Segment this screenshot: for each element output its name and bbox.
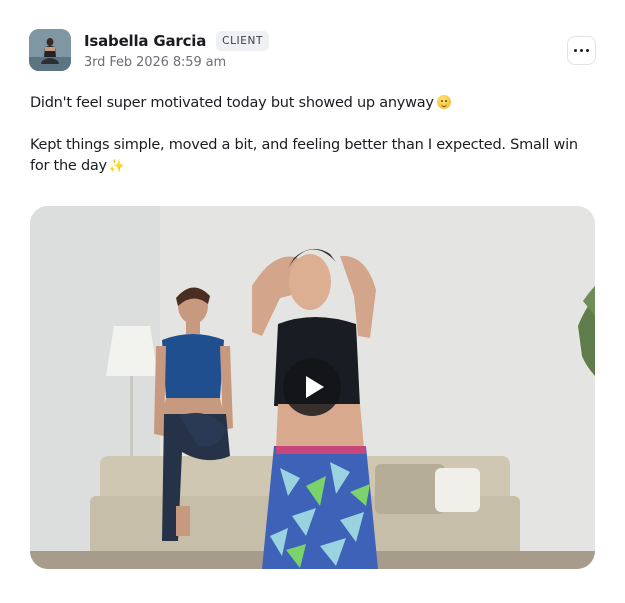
post-paragraph-1: Didn't feel super motivated today but sh…	[30, 93, 600, 114]
post-header: Isabella Garcia CLIENT 3rd Feb 2026 8:59…	[29, 29, 596, 73]
post-timestamp: 3rd Feb 2026 8:59 am	[84, 55, 227, 70]
play-button[interactable]	[283, 358, 341, 416]
name-row: Isabella Garcia CLIENT	[84, 30, 269, 52]
more-options-button[interactable]	[567, 36, 596, 65]
post-paragraph-2: Kept things simple, moved a bit, and fee…	[30, 135, 600, 177]
play-icon	[305, 376, 324, 398]
author-name[interactable]: Isabella Garcia	[84, 32, 206, 50]
avatar[interactable]	[29, 29, 71, 71]
post-body: Didn't feel super motivated today but sh…	[30, 93, 600, 177]
sparkles-emoji-icon: ✨	[108, 159, 125, 174]
role-badge: CLIENT	[216, 31, 269, 51]
post-line-1: Didn't feel super motivated today but sh…	[30, 95, 434, 111]
avatar-image	[29, 29, 71, 71]
video-player[interactable]	[30, 206, 595, 569]
post-card: Isabella Garcia CLIENT 3rd Feb 2026 8:59…	[0, 0, 625, 603]
more-horizontal-icon	[573, 48, 590, 53]
author-meta: Isabella Garcia CLIENT 3rd Feb 2026 8:59…	[84, 30, 269, 70]
smiling-face-emoji-icon	[436, 95, 451, 109]
